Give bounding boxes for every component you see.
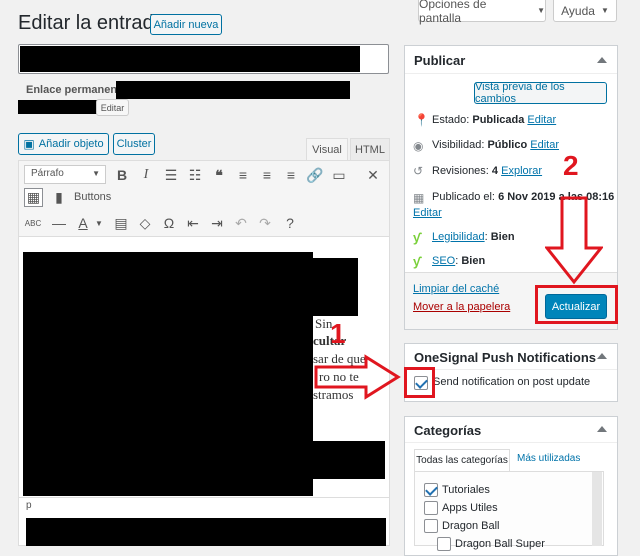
screen-options-label: Opciones de pantalla <box>419 0 487 25</box>
move-to-trash-link[interactable]: Mover a la papelera <box>413 301 510 313</box>
collapse-arrow-icon[interactable] <box>597 426 607 432</box>
onesignal-title: OneSignal Push Notifications <box>414 350 597 365</box>
redacted-content-3 <box>313 441 385 479</box>
eye-icon: ◉ <box>413 139 424 153</box>
revisions-row: Revisiones: 4 Explorar <box>432 165 543 177</box>
category-label-0: Tutoriales <box>442 484 490 496</box>
redacted-content-4 <box>26 518 386 546</box>
annotation-update-box <box>535 285 618 324</box>
redacted-title <box>20 46 360 72</box>
format-select[interactable]: Párrafo ▼ <box>24 165 106 184</box>
revisions-explore-link[interactable]: Explorar <box>501 165 542 177</box>
redacted-content-1 <box>23 252 313 496</box>
italic-icon[interactable]: I <box>137 166 155 184</box>
redacted-permalink-2 <box>18 100 98 114</box>
toolbar-toggle-icon[interactable]: ▦ <box>24 188 43 207</box>
read-more-icon[interactable]: ▭ <box>330 166 348 184</box>
status-edit-link[interactable]: Editar <box>527 114 556 126</box>
link-icon[interactable]: 🔗 <box>306 166 324 184</box>
editor-path-bar <box>19 497 389 515</box>
status-row: Estado: Publicada Editar <box>432 114 557 126</box>
chevron-down-icon: ▼ <box>600 6 609 15</box>
clear-formatting-icon[interactable]: ◇ <box>136 214 154 232</box>
cluster-button[interactable]: Cluster <box>113 133 155 155</box>
publish-title: Publicar <box>414 53 466 68</box>
collapse-arrow-icon[interactable] <box>597 57 607 63</box>
paste-text-icon[interactable]: ▤ <box>112 214 130 232</box>
yoast-readability-icon: ƴ <box>413 230 421 245</box>
visibility-row: Visibilidad: Público Editar <box>432 139 559 151</box>
bold-icon[interactable]: B <box>113 166 131 184</box>
seo-row: SEO: Bien <box>432 255 486 267</box>
indent-icon[interactable]: ⇥ <box>208 214 226 232</box>
collapse-arrow-icon[interactable] <box>597 353 607 359</box>
bullet-list-icon[interactable]: ☰ <box>162 166 180 184</box>
fullscreen-icon[interactable]: ✕ <box>364 166 382 184</box>
chevron-down-icon[interactable]: ▼ <box>90 214 108 232</box>
redacted-permalink <box>116 81 350 99</box>
chevron-down-icon: ▼ <box>537 6 545 15</box>
help-icon[interactable]: ? <box>281 214 299 232</box>
category-label-2: Dragon Ball <box>442 520 500 532</box>
revisions-icon: ↺ <box>413 164 424 178</box>
annotation-arrow-right <box>314 354 401 400</box>
help-button[interactable]: Ayuda ▼ <box>553 0 617 22</box>
buttons-icon[interactable]: ▮ <box>50 188 68 206</box>
preview-changes-button[interactable]: Vista previa de los cambios <box>474 81 607 105</box>
clear-cache-link[interactable]: Limpiar del caché <box>413 283 499 295</box>
pin-icon: 📍 <box>414 113 429 127</box>
categories-title: Categorías <box>414 423 482 438</box>
annotation-number-one: 1 <box>330 318 346 349</box>
permalink-label: Enlace permanente: <box>26 84 131 96</box>
category-checkbox-1[interactable] <box>424 501 438 515</box>
add-media-button[interactable]: ▣ Añadir objeto <box>18 133 109 155</box>
screen-options-button[interactable]: Opciones de pantalla ▼ <box>418 0 546 25</box>
tab-visual[interactable]: Visual <box>306 138 348 160</box>
strikethrough-icon[interactable]: ABC <box>24 214 42 232</box>
outdent-icon[interactable]: ⇤ <box>184 214 202 232</box>
redo-icon[interactable]: ↷ <box>256 214 274 232</box>
page-title: Editar la entrada <box>18 12 165 34</box>
horizontal-line-icon[interactable]: — <box>50 214 68 232</box>
seo-link[interactable]: SEO <box>432 255 455 267</box>
tab-html[interactable]: HTML <box>350 138 390 160</box>
category-checkbox-3[interactable] <box>437 537 451 551</box>
calendar-icon: ▦ <box>413 191 425 205</box>
buttons-label[interactable]: Buttons <box>74 191 111 203</box>
numbered-list-icon[interactable]: ☷ <box>186 166 204 184</box>
special-character-icon[interactable]: Ω <box>160 214 178 232</box>
editor-path: p <box>26 500 32 511</box>
readability-row: Legibilidad: Bien <box>432 231 515 243</box>
category-checkbox-0[interactable] <box>424 483 438 497</box>
tab-most-used[interactable]: Más utilizadas <box>517 453 580 464</box>
category-label-1: Apps Utiles <box>442 502 498 514</box>
yoast-seo-icon: ƴ <box>413 254 421 269</box>
align-left-icon[interactable]: ≡ <box>234 166 252 184</box>
tab-all-categories[interactable]: Todas las categorías <box>414 449 510 471</box>
annotation-number-two: 2 <box>563 150 579 181</box>
send-notification-label: Send notification on post update <box>433 376 591 388</box>
undo-icon[interactable]: ↶ <box>232 214 250 232</box>
readability-link[interactable]: Legibilidad <box>432 231 485 243</box>
align-center-icon[interactable]: ≡ <box>258 166 276 184</box>
category-label-3: Dragon Ball Super <box>455 538 545 550</box>
chevron-down-icon: ▼ <box>92 169 100 178</box>
redacted-content-2 <box>313 258 358 316</box>
annotation-arrow-down <box>545 196 603 285</box>
annotation-checkbox-box <box>404 367 435 398</box>
permalink-edit-button[interactable]: Editar <box>96 99 129 116</box>
published-edit-link[interactable]: Editar <box>413 207 442 219</box>
visibility-edit-link[interactable]: Editar <box>530 139 559 151</box>
category-checkbox-2[interactable] <box>424 519 438 533</box>
help-label: Ayuda <box>561 3 595 18</box>
blockquote-icon[interactable]: ❝ <box>210 166 228 184</box>
add-new-button[interactable]: Añadir nueva <box>150 14 222 35</box>
media-icon: ▣ <box>23 137 35 151</box>
align-right-icon[interactable]: ≡ <box>282 166 300 184</box>
categories-scrollbar[interactable] <box>592 472 602 546</box>
